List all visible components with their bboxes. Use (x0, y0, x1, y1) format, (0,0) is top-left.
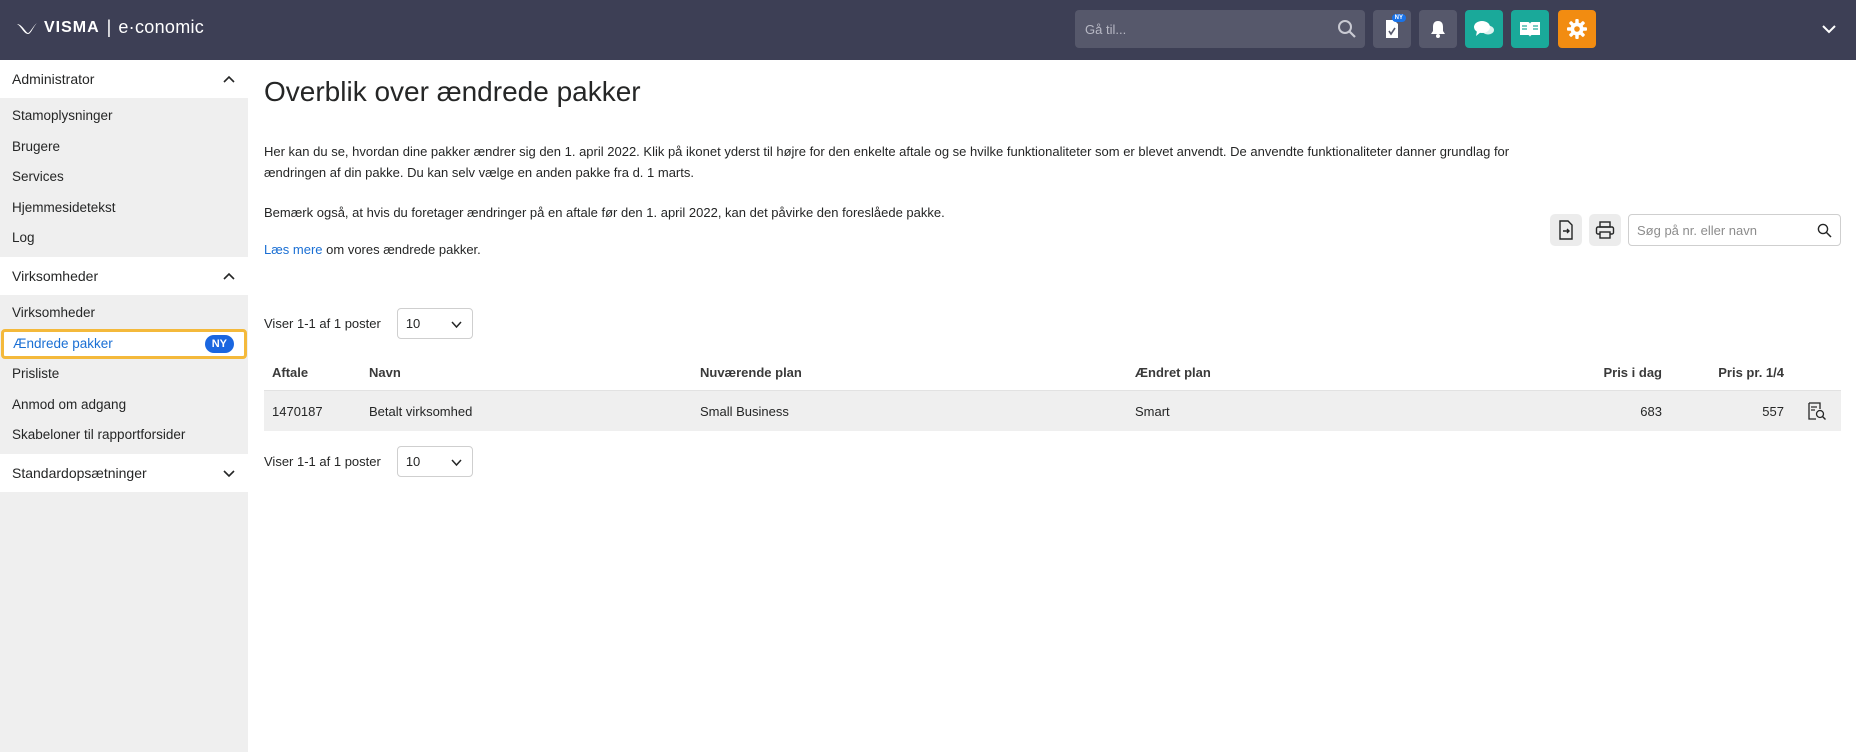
chevron-down-icon (451, 321, 462, 329)
print-button[interactable] (1589, 214, 1621, 246)
sidebar-item-skabeloner[interactable]: Skabeloner til rapportforsider (0, 420, 248, 451)
read-more-paragraph: Læs mere om vores ændrede pakker. (264, 239, 1554, 260)
export-button[interactable] (1550, 214, 1582, 246)
top-bar: VISMA | e·conomic NY (0, 0, 1856, 60)
new-badge: NY (204, 334, 234, 353)
column-header-navn[interactable]: Navn (361, 365, 692, 380)
main-content: Overblik over ændrede pakker Her kan du … (248, 60, 1856, 752)
brand-separator: | (106, 17, 112, 37)
book-icon (1520, 22, 1540, 37)
bell-icon (1431, 21, 1445, 38)
chat-icon (1474, 21, 1494, 36)
new-badge: NY (1391, 14, 1406, 22)
pager-text: Viser 1-1 af 1 poster (264, 454, 381, 469)
intro-text: Her kan du se, hvordan dine pakker ændre… (264, 144, 1510, 180)
column-header-changed-plan[interactable]: Ændret plan (1127, 365, 1497, 380)
search-icon[interactable] (1337, 19, 1357, 39)
sidebar-item-hjemmesidetekst[interactable]: Hjemmesidetekst (0, 193, 248, 224)
agreement-search (1628, 214, 1841, 246)
goto-search-input[interactable] (1075, 10, 1325, 48)
sidebar-section-administrator[interactable]: Administrator (0, 60, 248, 98)
pager-text: Viser 1-1 af 1 poster (264, 316, 381, 331)
new-document-button[interactable]: NY (1373, 10, 1411, 48)
sidebar-item-log[interactable]: Log (0, 223, 248, 254)
page-size-select[interactable]: 10 (396, 308, 473, 339)
table-row[interactable]: 1470187 Betalt virksomhed Small Business… (264, 390, 1841, 431)
user-menu-chevron-icon[interactable] (1820, 20, 1838, 38)
pager-bottom: Viser 1-1 af 1 poster 10 (264, 446, 473, 477)
page-title: Overblik over ændrede pakker (264, 76, 641, 107)
chevron-up-icon (223, 75, 235, 83)
sidebar-item-brugere[interactable]: Brugere (0, 132, 248, 163)
column-header-aftale[interactable]: Aftale (264, 365, 361, 380)
sidebar-item-prisliste[interactable]: Prisliste (0, 359, 248, 390)
page-size-value: 10 (405, 454, 421, 469)
cell-price-april: 557 (1762, 403, 1784, 419)
pager-top: Viser 1-1 af 1 poster 10 (264, 308, 473, 339)
page-size-select[interactable]: 10 (396, 446, 473, 477)
column-header-price-april[interactable]: Pris pr. 1/4 (1662, 365, 1784, 380)
chevron-up-icon (223, 272, 235, 280)
cell-aftale: 1470187 (272, 403, 323, 419)
cell-current-plan: Small Business (700, 403, 789, 419)
sidebar-item-stamoplysninger[interactable]: Stamoplysninger (0, 101, 248, 132)
help-guide-button[interactable] (1511, 10, 1549, 48)
note-text: Bemærk også, at hvis du foretager ændrin… (264, 205, 945, 220)
sidebar-item-aendrede-pakker[interactable]: Ændrede pakker NY (1, 328, 247, 360)
export-document-icon (1559, 220, 1573, 240)
read-more-link[interactable]: Læs mere (264, 242, 323, 257)
gear-icon (1567, 19, 1587, 39)
product-name: e·conomic (118, 17, 205, 37)
table-header: Aftale Navn Nuværende plan Ændret plan P… (264, 354, 1841, 390)
cell-changed-plan: Smart (1135, 403, 1170, 419)
document-icon (1386, 20, 1398, 38)
sidebar: Administrator Stamoplysninger Brugere Se… (0, 60, 248, 752)
column-header-current-plan[interactable]: Nuværende plan (692, 365, 1127, 380)
cell-navn: Betalt virksomhed (369, 403, 473, 419)
agreement-search-input[interactable] (1629, 215, 1809, 245)
settings-button[interactable] (1558, 10, 1596, 48)
column-header-price-today[interactable]: Pris i dag (1497, 365, 1662, 380)
sidebar-item-virksomheder[interactable]: Virksomheder (0, 298, 248, 329)
document-search-icon (1807, 402, 1826, 420)
chevron-down-icon (223, 470, 235, 478)
printer-icon (1595, 221, 1615, 239)
sidebar-section-standardopsaetninger[interactable]: Standardopsætninger (0, 453, 248, 492)
search-icon[interactable] (1817, 223, 1832, 238)
view-details-button[interactable] (1784, 402, 1841, 420)
sidebar-section-label: Administrator (12, 71, 95, 87)
notifications-button[interactable] (1419, 10, 1457, 48)
visma-swoosh-icon (17, 22, 37, 34)
sidebar-item-label: Ændrede pakker (13, 335, 113, 351)
packages-table: Aftale Navn Nuværende plan Ændret plan P… (264, 354, 1841, 431)
sidebar-item-services[interactable]: Services (0, 162, 248, 193)
read-more-text: om vores ændrede pakker. (322, 242, 481, 257)
sidebar-section-virksomheder[interactable]: Virksomheder (0, 256, 248, 295)
chevron-down-icon (451, 459, 462, 467)
brand-name: VISMA (44, 18, 100, 36)
sidebar-section-label: Standardopsætninger (12, 464, 147, 481)
visma-logo[interactable]: VISMA | e·conomic (16, 17, 204, 38)
chat-button[interactable] (1465, 10, 1503, 48)
sidebar-item-anmod-om-adgang[interactable]: Anmod om adgang (0, 390, 248, 421)
page-size-value: 10 (405, 316, 421, 331)
sidebar-section-label: Virksomheder (12, 267, 99, 284)
cell-price-today: 683 (1640, 403, 1662, 419)
goto-search (1075, 10, 1365, 48)
